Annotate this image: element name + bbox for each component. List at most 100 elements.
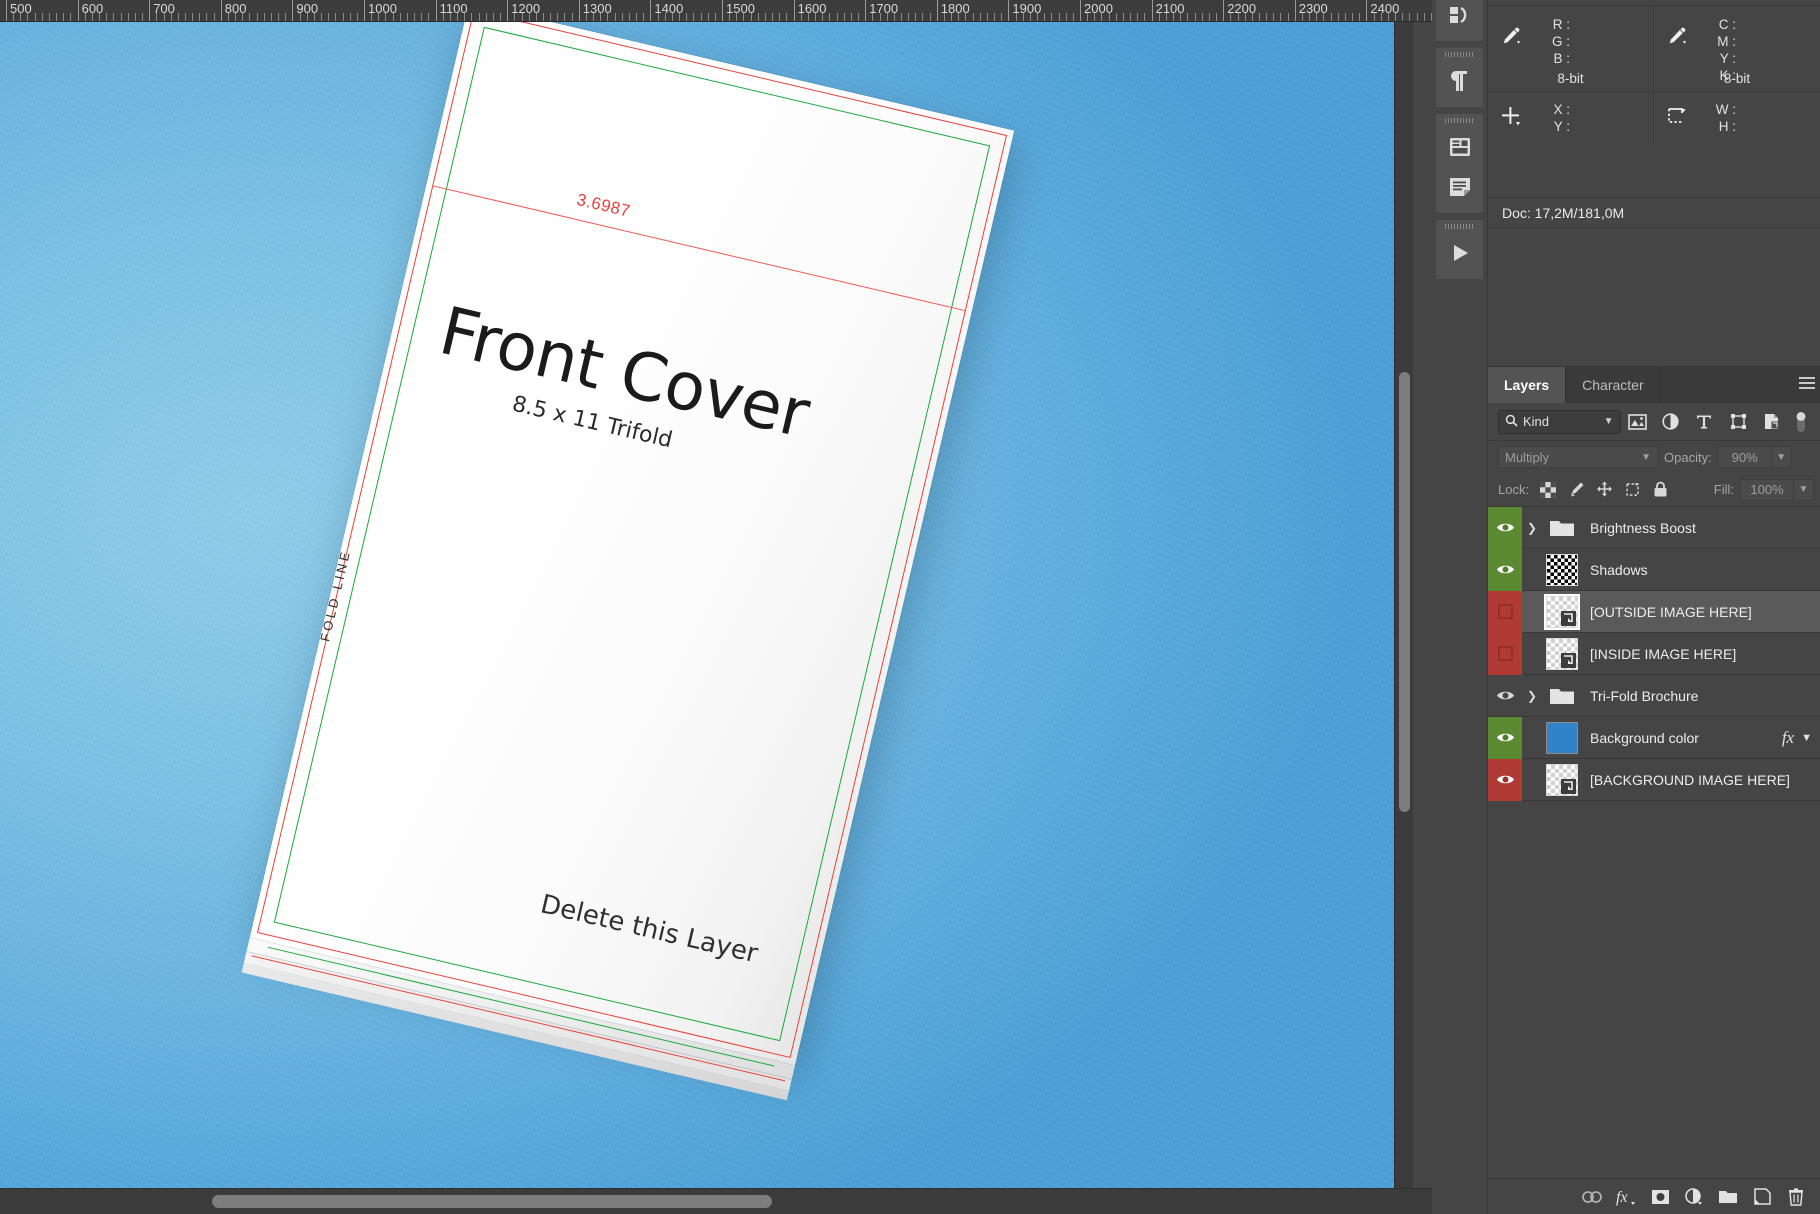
ruler-minor-tick <box>20 13 22 21</box>
ruler-minor-tick <box>1402 13 1404 21</box>
lock-image-icon[interactable] <box>1567 481 1585 499</box>
chevron-down-icon[interactable]: ▼ <box>1801 732 1812 744</box>
smart-object-badge-icon <box>1561 652 1576 668</box>
ruler-minor-tick <box>543 13 544 21</box>
table-row[interactable]: [INSIDE IMAGE HERE] <box>1488 632 1820 675</box>
lock-all-icon[interactable] <box>1651 481 1669 499</box>
table-row[interactable]: ❯ Brightness Boost <box>1488 506 1820 549</box>
table-row[interactable]: ❯ Tri-Fold Brochure <box>1488 675 1820 717</box>
layers-panel-footer: fx <box>1488 1178 1820 1214</box>
ruler-minor-tick <box>1330 13 1332 21</box>
table-row[interactable]: [BACKGROUND IMAGE HERE] <box>1488 758 1820 801</box>
horizontal-scrollbar-thumb[interactable] <box>212 1195 772 1208</box>
ruler-minor-tick <box>91 13 93 21</box>
adjustment-layer-icon[interactable] <box>1684 1187 1704 1207</box>
panel-menu-icon[interactable] <box>1799 377 1815 391</box>
opacity-stepper[interactable]: ▼ <box>1771 446 1792 468</box>
properties-icon[interactable] <box>1436 127 1483 167</box>
layer-visibility-toggle[interactable] <box>1488 632 1522 675</box>
ruler-minor-tick <box>965 13 967 21</box>
dock-grip[interactable] <box>1436 220 1483 233</box>
ruler-minor-tick <box>972 13 974 21</box>
ruler-minor-tick <box>1323 13 1325 21</box>
info-position-cell: X : Y : <box>1488 92 1654 144</box>
ruler-minor-tick <box>306 13 308 21</box>
ruler-minor-tick <box>600 13 602 21</box>
tab-character[interactable]: Character <box>1566 367 1661 403</box>
link-layers-icon[interactable] <box>1582 1187 1602 1207</box>
ruler-minor-tick <box>1173 13 1175 21</box>
layer-filter-row: Kind ▼ <box>1488 403 1820 441</box>
ruler-minor-tick <box>192 13 194 21</box>
adjustment-layer-icon[interactable] <box>1654 409 1688 435</box>
layer-visibility-toggle[interactable] <box>1488 758 1522 801</box>
layer-effects-indicator[interactable]: fx ▼ <box>1782 728 1820 748</box>
ruler-minor-tick <box>822 13 824 21</box>
ruler-minor-tick <box>1337 13 1339 21</box>
ruler-minor-tick <box>764 13 766 21</box>
blend-mode-select[interactable]: Multiply ▼ <box>1498 446 1658 468</box>
new-layer-icon[interactable] <box>1752 1187 1772 1207</box>
expand-group-arrow[interactable]: ❯ <box>1522 521 1542 535</box>
ruler-minor-tick <box>679 13 681 21</box>
ruler-minor-tick <box>979 13 981 21</box>
ruler-minor-tick <box>829 13 831 21</box>
document-viewport[interactable]: 3.6987 Front Cover 8.5 x 11 Trifold FOLD… <box>0 22 1413 1188</box>
layer-style-fx-icon[interactable]: fx <box>1616 1187 1636 1207</box>
table-row[interactable]: Background color fx ▼ <box>1488 716 1820 759</box>
fill-value[interactable]: 100% <box>1740 478 1794 501</box>
type-layer-icon[interactable] <box>1688 409 1722 435</box>
lock-transparent-icon[interactable] <box>1539 481 1557 499</box>
ruler-minor-tick <box>406 13 408 21</box>
ruler-minor-tick <box>270 13 272 21</box>
fill-stepper[interactable]: ▼ <box>1794 478 1814 501</box>
lock-artboard-icon[interactable] <box>1623 481 1641 499</box>
canvas-vertical-scrollbar[interactable] <box>1394 22 1413 1188</box>
layer-visibility-toggle[interactable] <box>1488 506 1522 549</box>
shape-layer-icon[interactable] <box>1721 409 1755 435</box>
table-row[interactable]: [OUTSIDE IMAGE HERE] <box>1488 590 1820 633</box>
expand-group-arrow[interactable]: ❯ <box>1522 689 1542 703</box>
dock-grip[interactable] <box>1436 114 1483 127</box>
fold-line-label: FOLD LINE <box>317 547 354 643</box>
smart-object-icon[interactable] <box>1755 409 1789 435</box>
layer-visibility-toggle[interactable] <box>1488 716 1522 759</box>
ruler-minor-tick <box>1037 13 1039 21</box>
crosshair-icon <box>1500 105 1534 132</box>
rgb-r-label: R : <box>1552 17 1570 32</box>
ruler-minor-tick <box>922 13 924 21</box>
ruler-minor-tick <box>113 13 115 21</box>
filter-toggle-icon[interactable] <box>1788 409 1814 435</box>
rgb-b-label: B : <box>1553 51 1570 66</box>
pixel-layer-icon[interactable] <box>1621 409 1655 435</box>
chevron-down-icon: ▼ <box>1603 416 1614 427</box>
canvas-horizontal-scrollbar[interactable] <box>0 1188 1432 1214</box>
table-row[interactable]: Shadows <box>1488 548 1820 591</box>
notes-icon[interactable] <box>1436 167 1483 207</box>
paragraph-icon[interactable] <box>1436 61 1483 101</box>
new-group-icon[interactable] <box>1718 1187 1738 1207</box>
opacity-value[interactable]: 90% <box>1717 446 1772 468</box>
dock-grip[interactable] <box>1436 48 1483 61</box>
ruler-minor-tick <box>736 13 738 21</box>
ruler-minor-tick <box>1001 13 1003 21</box>
add-mask-icon[interactable] <box>1650 1187 1670 1207</box>
layer-name: Tri-Fold Brochure <box>1590 687 1699 704</box>
layer-visibility-toggle[interactable] <box>1488 675 1522 717</box>
vertical-scrollbar-thumb[interactable] <box>1399 372 1410 812</box>
ruler-major-tick <box>77 0 79 21</box>
history-icon[interactable] <box>1436 0 1483 35</box>
layer-visibility-toggle[interactable] <box>1488 590 1522 633</box>
lock-position-icon[interactable] <box>1595 481 1613 499</box>
timeline-icon[interactable] <box>1436 233 1483 273</box>
ruler-major-tick <box>149 0 151 21</box>
tab-layers[interactable]: Layers <box>1488 367 1567 403</box>
layer-visibility-toggle[interactable] <box>1488 548 1522 591</box>
pos-x-label: X : <box>1553 102 1570 117</box>
filter-kind-select[interactable]: Kind ▼ <box>1498 409 1621 434</box>
ruler-minor-tick <box>1122 13 1124 21</box>
ruler-minor-tick <box>342 13 344 21</box>
delete-layer-icon[interactable] <box>1786 1187 1806 1207</box>
info-panel-empty-area <box>1488 227 1820 330</box>
horizontal-ruler[interactable]: 500 600 700 800 900 1000 1100 1200 1300 1400 1500 1… <box>0 0 1432 22</box>
